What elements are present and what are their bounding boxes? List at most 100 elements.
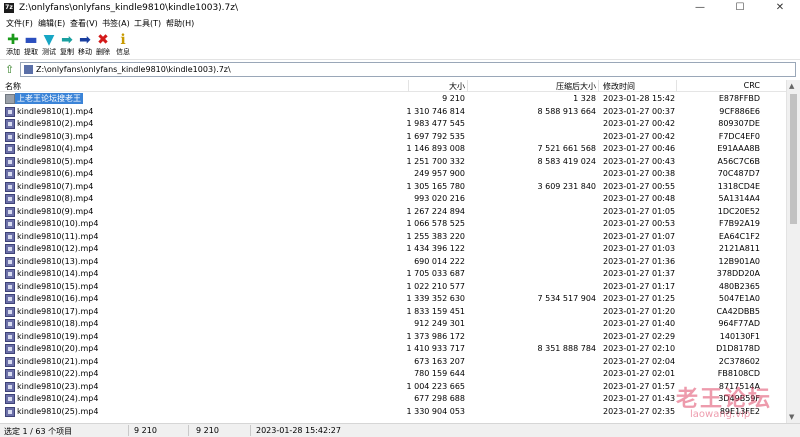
file-row[interactable]: kindle9810(6).mp4 249 957 900 2023-01-27 0…	[0, 168, 786, 181]
menu-file[interactable]: 文件(F)	[6, 18, 33, 29]
column-crc[interactable]: CRC	[744, 81, 760, 90]
menu-view[interactable]: 查看(V)	[70, 18, 98, 29]
file-crc: 1318CD4E	[717, 181, 760, 191]
file-crc: 9CF886E6	[719, 106, 760, 116]
menu-edit[interactable]: 编辑(E)	[38, 18, 65, 29]
file-modified: 2023-01-27 02:01	[603, 369, 676, 378]
file-size: 1 330 904 053	[406, 406, 465, 416]
file-crc: 5047E1A0	[718, 294, 760, 303]
file-name: kindle9810(16).mp4	[17, 294, 99, 303]
file-row[interactable]: kindle9810(3).mp4 1 697 792 535 2023-01-27…	[0, 131, 786, 144]
file-row[interactable]: kindle9810(7).mp4 1 305 165 780 3 609 231 …	[0, 181, 786, 194]
file-crc: 2121A811	[718, 244, 760, 253]
file-row[interactable]: kindle9810(18).mp4 912 249 301 2023-01-27 …	[0, 318, 786, 331]
file-modified: 2023-01-27 01:20	[603, 306, 676, 316]
file-name: kindle9810(8).mp4	[17, 194, 94, 203]
file-name: kindle9810(3).mp4	[17, 131, 94, 141]
file-row[interactable]: kindle9810(13).mp4 690 014 222 2023-01-27 …	[0, 256, 786, 269]
file-size: 1 004 223 665	[406, 381, 465, 391]
video-file-icon	[5, 119, 15, 129]
file-row[interactable]: kindle9810(10).mp4 1 066 578 525 2023-01-2…	[0, 218, 786, 231]
file-row[interactable]: kindle9810(19).mp4 1 373 986 172 2023-01-2…	[0, 331, 786, 344]
status-modified: 2023-01-28 15:42:27	[256, 426, 341, 435]
scroll-thumb[interactable]	[790, 94, 797, 224]
status-divider	[250, 425, 251, 436]
menu-tools[interactable]: 工具(T)	[134, 18, 161, 29]
menu-help[interactable]: 帮助(H)	[166, 18, 194, 29]
file-row[interactable]: kindle9810(14).mp4 1 705 033 687 2023-01-2…	[0, 268, 786, 281]
address-field[interactable]: Z:\onlyfans\onlyfans_kindle9810\kindle10…	[20, 62, 796, 77]
file-row[interactable]: kindle9810(9).mp4 1 267 224 894 2023-01-27…	[0, 206, 786, 219]
move-icon: ➡	[79, 32, 91, 48]
column-divider[interactable]	[408, 80, 409, 92]
parent-folder-row[interactable]: 上老王论坛搜老王 9 210 1 328 2023-01-28 15:42 E8…	[0, 93, 786, 106]
file-size: 1 373 986 172	[406, 331, 465, 341]
column-packed-size[interactable]: 压缩后大小	[556, 81, 596, 92]
column-divider[interactable]	[676, 80, 677, 92]
test-icon: ▼	[43, 32, 55, 48]
file-size: 677 298 688	[414, 394, 465, 403]
video-file-icon	[5, 331, 15, 342]
file-modified: 2023-01-27 00:53	[603, 219, 676, 228]
file-modified: 2023-01-27 00:55	[603, 181, 676, 191]
file-name: kindle9810(2).mp4	[17, 119, 94, 128]
video-file-icon	[5, 231, 15, 242]
file-name: kindle9810(14).mp4	[17, 269, 99, 278]
toolbar-button-info[interactable]: ℹ 信息	[114, 32, 132, 60]
file-modified: 2023-01-27 01:37	[603, 269, 676, 278]
address-bar: ⇧ Z:\onlyfans\onlyfans_kindle9810\kindle…	[0, 61, 800, 78]
close-button[interactable]: ✕	[760, 0, 800, 16]
file-row[interactable]: kindle9810(22).mp4 780 159 644 2023-01-27 …	[0, 368, 786, 381]
column-size[interactable]: 大小	[449, 81, 465, 92]
file-size: 1 434 396 122	[406, 244, 465, 253]
file-modified: 2023-01-27 00:46	[603, 144, 676, 153]
file-modified: 2023-01-27 02:29	[603, 331, 676, 341]
file-row[interactable]: kindle9810(2).mp4 1 983 477 545 2023-01-27…	[0, 118, 786, 131]
file-row[interactable]: kindle9810(12).mp4 1 434 396 122 2023-01-2…	[0, 243, 786, 256]
file-row[interactable]: kindle9810(25).mp4 1 330 904 053 2023-01-2…	[0, 406, 786, 419]
scroll-up-icon[interactable]: ▲	[789, 82, 794, 90]
file-row[interactable]: kindle9810(17).mp4 1 833 159 451 2023-01-2…	[0, 306, 786, 319]
file-name: kindle9810(19).mp4	[17, 331, 99, 341]
file-row[interactable]: kindle9810(16).mp4 1 339 352 630 7 534 517…	[0, 293, 786, 306]
file-crc: F7B92A19	[718, 219, 760, 228]
file-crc: 809307DE	[718, 119, 760, 128]
file-name: kindle9810(20).mp4	[17, 344, 99, 353]
toolbar: ✚ 添加 ▬ 提取 ▼ 测试 ➡ 复制 ➡ 移动 ✖ 删除 ℹ 信息	[0, 30, 800, 60]
column-name[interactable]: 名称	[5, 81, 21, 92]
file-row[interactable]: kindle9810(11).mp4 1 255 383 220 2023-01-2…	[0, 231, 786, 244]
file-crc: CA42DBB5	[716, 306, 760, 316]
file-row[interactable]: kindle9810(24).mp4 677 298 688 2023-01-27 …	[0, 393, 786, 406]
file-row[interactable]: kindle9810(5).mp4 1 251 700 332 8 583 419 …	[0, 156, 786, 169]
file-name: kindle9810(18).mp4	[17, 319, 99, 328]
scroll-down-icon[interactable]: ▼	[789, 413, 794, 421]
minimize-button[interactable]: —	[680, 0, 720, 16]
column-divider[interactable]	[467, 80, 468, 92]
file-row[interactable]: kindle9810(21).mp4 673 163 207 2023-01-27 …	[0, 356, 786, 369]
folder-icon	[5, 94, 15, 104]
video-file-icon	[5, 181, 15, 192]
file-size: 1 833 159 451	[406, 306, 465, 316]
file-row[interactable]: kindle9810(23).mp4 1 004 223 665 2023-01-2…	[0, 381, 786, 394]
file-row[interactable]: kindle9810(8).mp4 993 020 216 2023-01-27 0…	[0, 193, 786, 206]
file-row[interactable]: kindle9810(15).mp4 1 022 210 577 2023-01-2…	[0, 281, 786, 294]
menu-bookmarks[interactable]: 书签(A)	[102, 18, 130, 29]
up-folder-icon[interactable]: ⇧	[3, 63, 16, 76]
file-size: 912 249 301	[414, 319, 465, 328]
menu-bar: 文件(F) 编辑(E) 查看(V) 书签(A) 工具(T) 帮助(H)	[0, 16, 800, 30]
vertical-scrollbar[interactable]: ▲ ▼	[786, 80, 800, 423]
file-size: 1 410 933 717	[406, 344, 465, 353]
file-name: kindle9810(25).mp4	[17, 406, 99, 416]
maximize-button[interactable]: ☐	[720, 0, 760, 16]
file-modified: 2023-01-27 02:04	[603, 356, 676, 366]
file-name: kindle9810(5).mp4	[17, 156, 94, 166]
file-packed-size: 8 583 419 024	[537, 156, 596, 166]
file-modified: 2023-01-27 01:17	[603, 281, 676, 291]
file-row[interactable]: kindle9810(20).mp4 1 410 933 717 8 351 888…	[0, 343, 786, 356]
column-modified[interactable]: 修改时间	[603, 81, 635, 92]
file-row[interactable]: kindle9810(4).mp4 1 146 893 008 7 521 661 …	[0, 143, 786, 156]
file-row[interactable]: kindle9810(1).mp4 1 310 746 814 8 588 913 …	[0, 106, 786, 119]
address-path: Z:\onlyfans\onlyfans_kindle9810\kindle10…	[36, 65, 231, 74]
column-divider[interactable]	[598, 80, 599, 92]
row-crc: E878FFBD	[718, 94, 760, 103]
